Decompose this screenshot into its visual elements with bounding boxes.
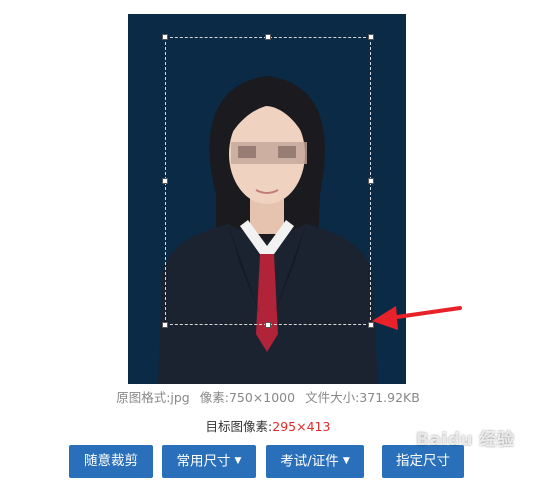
- exam-id-dropdown[interactable]: 考试/证件 ▼: [266, 445, 364, 478]
- target-pixels-value: 295×413: [272, 419, 331, 434]
- crop-handle-top-left[interactable]: [162, 34, 168, 40]
- custom-size-label: 指定尺寸: [396, 453, 450, 469]
- original-pixels: 像素:750×1000: [199, 390, 296, 405]
- common-sizes-dropdown[interactable]: 常用尺寸 ▼: [162, 445, 256, 478]
- annotation-arrow-icon: [372, 306, 462, 330]
- crop-selection-box[interactable]: [162, 34, 374, 328]
- exam-id-label: 考试/证件: [280, 453, 339, 470]
- target-pixels-label: 目标图像素:: [205, 419, 273, 434]
- free-crop-button[interactable]: 随意裁剪: [69, 445, 153, 478]
- crop-handle-bottom-center[interactable]: [265, 322, 271, 328]
- common-sizes-label: 常用尺寸: [176, 453, 231, 470]
- chevron-down-icon: ▼: [342, 456, 350, 466]
- original-image-info: 原图格式:jpg 像素:750×1000 文件大小:371.92KB: [0, 387, 536, 406]
- crop-handle-middle-left[interactable]: [162, 178, 168, 184]
- original-filesize: 文件大小:371.92KB: [305, 390, 420, 405]
- free-crop-label: 随意裁剪: [84, 453, 138, 469]
- chevron-down-icon: ▼: [234, 456, 242, 466]
- original-format: 原图格式:jpg: [116, 390, 190, 405]
- crop-handle-top-center[interactable]: [265, 34, 271, 40]
- baidu-watermark: Baidu 经验: [416, 430, 515, 450]
- crop-handle-bottom-left[interactable]: [162, 322, 168, 328]
- crop-handle-top-right[interactable]: [368, 34, 374, 40]
- crop-handle-middle-right[interactable]: [368, 178, 374, 184]
